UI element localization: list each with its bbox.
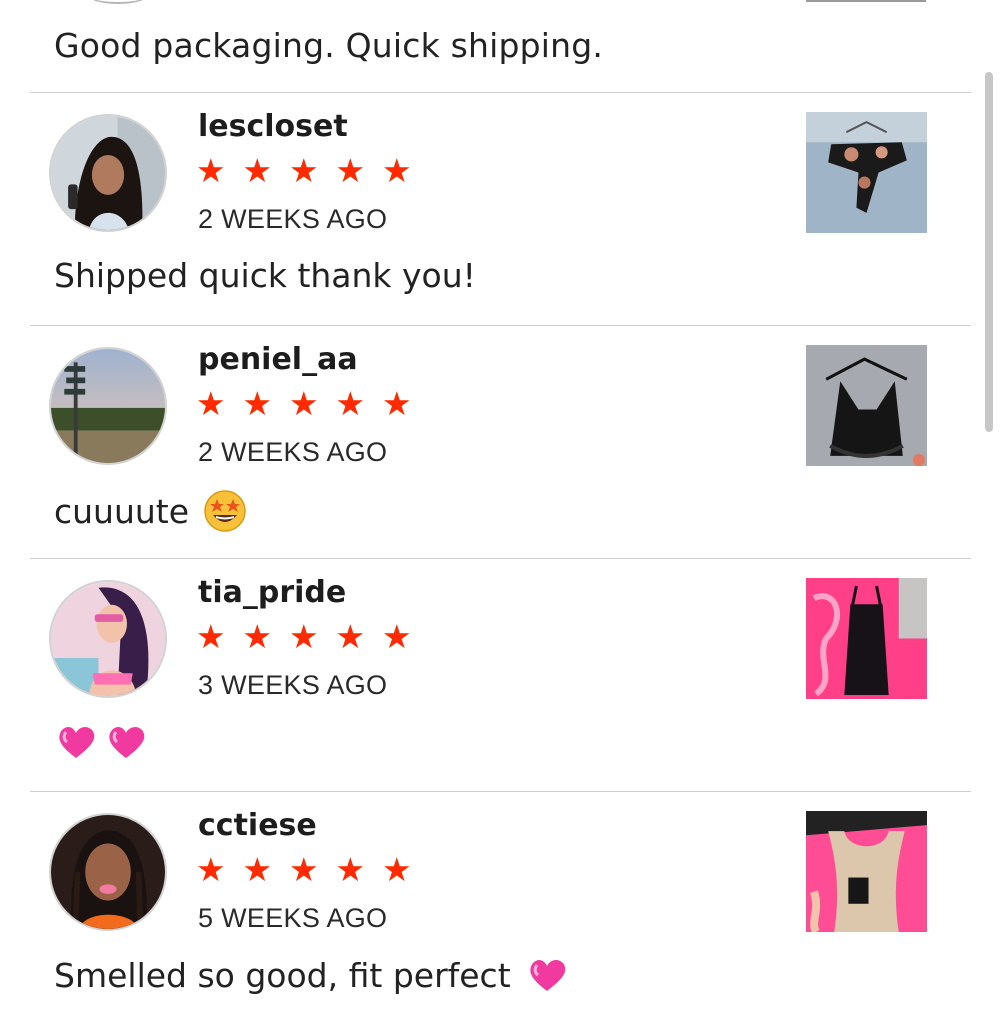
reviewer-avatar[interactable]	[49, 347, 167, 465]
reviewer-username[interactable]: peniel_aa	[198, 342, 358, 377]
item-thumbnail[interactable]	[806, 811, 927, 932]
previous-review-thumbnail[interactable]	[806, 0, 926, 2]
product-photo-icon	[806, 112, 927, 233]
review-comment: cuuuute	[54, 489, 247, 533]
item-thumbnail[interactable]	[806, 578, 927, 699]
star-icon: ★	[242, 384, 273, 423]
star-icon: ★	[382, 617, 412, 656]
reviewer-avatar[interactable]	[49, 114, 167, 232]
heart-emoji-icon	[54, 722, 98, 762]
star-icon: ★	[289, 384, 319, 423]
product-photo-icon	[806, 578, 927, 699]
review-timestamp: 5 WEEKS AGO	[198, 903, 388, 933]
star-icon: ★	[242, 151, 273, 190]
star-icon: ★	[196, 384, 226, 423]
review-comment: Shipped quick thank you!	[54, 256, 476, 295]
product-photo-icon	[806, 345, 927, 466]
review-item-cctiese: cctiese ★ ★ ★ ★ ★ 5 WEEKS AGO Smelled so…	[0, 792, 1000, 1024]
review-timestamp: 2 WEEKS AGO	[198, 437, 388, 467]
star-icon: ★	[289, 617, 319, 656]
reviews-feed: Good packaging. Quick shipping. lesclose…	[0, 0, 1000, 1000]
star-icon: ★	[196, 850, 226, 889]
star-icon: ★	[382, 850, 412, 889]
review-item-lescloset: lescloset ★ ★ ★ ★ ★ 2 WEEKS AGO Shipped …	[0, 93, 1000, 325]
heart-emoji-icon	[525, 955, 569, 995]
reviewer-username[interactable]: tia_pride	[198, 575, 346, 610]
star-icon: ★	[382, 151, 412, 190]
reviewer-username[interactable]: lescloset	[198, 109, 348, 144]
star-icon: ★	[335, 617, 366, 656]
review-comment-text: cuuuute	[54, 491, 190, 531]
previous-review-comment: Good packaging. Quick shipping.	[54, 26, 604, 65]
avatar-photo-icon	[51, 582, 165, 696]
item-thumbnail[interactable]	[806, 112, 927, 233]
review-item-peniel-aa: peniel_aa ★ ★ ★ ★ ★ 2 WEEKS AGO cuuuute	[0, 326, 1000, 558]
reviewer-avatar[interactable]	[49, 813, 167, 931]
item-thumbnail[interactable]	[806, 345, 927, 466]
product-photo-icon	[806, 811, 927, 932]
star-icon: ★	[289, 850, 319, 889]
star-rating: ★ ★ ★ ★ ★	[196, 852, 429, 888]
star-rating: ★ ★ ★ ★ ★	[196, 386, 429, 422]
star-icon: ★	[242, 850, 273, 889]
heart-emoji-icon	[104, 722, 148, 762]
avatar-photo-icon	[51, 815, 165, 929]
review-comment-text: Smelled so good, fit perfect	[54, 955, 511, 995]
review-comment: Smelled so good, fit perfect	[54, 955, 569, 995]
star-icon: ★	[242, 617, 273, 656]
star-icon: ★	[196, 617, 226, 656]
reviewer-username[interactable]: cctiese	[198, 808, 317, 843]
review-timestamp: 3 WEEKS AGO	[198, 670, 388, 700]
reviewer-avatar[interactable]	[49, 580, 167, 698]
star-icon: ★	[335, 384, 366, 423]
avatar-photo-icon	[51, 116, 165, 230]
star-icon: ★	[335, 151, 366, 190]
star-rating: ★ ★ ★ ★ ★	[196, 153, 429, 189]
review-timestamp: 2 WEEKS AGO	[198, 204, 388, 234]
star-icon: ★	[289, 151, 319, 190]
star-rating: ★ ★ ★ ★ ★	[196, 619, 429, 655]
avatar-photo-icon	[51, 349, 165, 463]
star-icon: ★	[196, 151, 226, 190]
star-icon: ★	[335, 850, 366, 889]
scrollbar[interactable]	[985, 72, 993, 432]
review-item-tia-pride: tia_pride ★ ★ ★ ★ ★ 3 WEEKS AGO	[0, 559, 1000, 791]
star-struck-emoji-icon	[203, 489, 247, 533]
review-comment	[54, 722, 148, 762]
previous-review-avatar[interactable]	[88, 0, 148, 4]
review-comment-text: Shipped quick thank you!	[54, 256, 476, 295]
star-icon: ★	[382, 384, 412, 423]
